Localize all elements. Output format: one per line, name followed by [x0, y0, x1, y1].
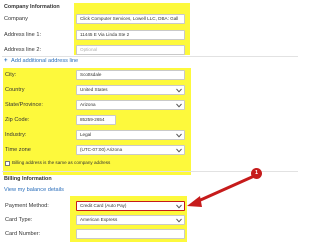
zip-label: Zip Code:	[5, 117, 30, 123]
view-balance-link[interactable]: View my balance details	[4, 187, 64, 194]
address-line1-label: Address line 1:	[4, 32, 42, 38]
industry-select[interactable]: Legal	[76, 130, 185, 140]
chevron-down-icon	[176, 103, 182, 108]
plus-icon: +	[4, 58, 8, 64]
address-line1-field[interactable]: 11445 E Via Linda Ste 2	[76, 30, 185, 40]
payment-method-select-value: Credit Card (Auto Pay)	[80, 203, 127, 208]
card-type-select[interactable]: American Express	[76, 215, 185, 225]
chevron-down-icon	[176, 133, 182, 138]
card-type-label: Card Type:	[5, 217, 33, 223]
country-label: Country	[5, 87, 25, 93]
company-label: Company	[4, 16, 28, 22]
chevron-down-icon	[176, 218, 182, 223]
industry-select-value: Legal	[80, 132, 92, 137]
payment-method-select[interactable]: Credit Card (Auto Pay)	[76, 201, 185, 211]
add-address-line-link[interactable]: Add additional address line	[11, 58, 78, 65]
billing-section-title: Billing Information	[4, 176, 52, 182]
company-field[interactable]: Click Computer Services, Lowell LLC, DBA…	[76, 14, 185, 24]
card-type-select-value: American Express	[80, 217, 118, 222]
state-select-value: Arizona	[80, 102, 96, 107]
address-line2-field[interactable]: Optional	[76, 45, 185, 55]
billing-same-label: Billing address is the same as company a…	[12, 160, 111, 165]
timezone-select[interactable]: (UTC-07:00) Arizona	[76, 145, 185, 155]
chevron-down-icon	[176, 148, 182, 153]
country-select-value: United States	[80, 87, 108, 92]
divider	[2, 56, 298, 57]
billing-same-checkbox[interactable]	[5, 161, 10, 166]
industry-label: Industry:	[5, 132, 27, 138]
card-number-field[interactable]	[76, 229, 185, 239]
address-line2-label: Address line 2:	[4, 47, 42, 53]
company-section-title: Company Information	[4, 4, 60, 10]
city-label: City:	[5, 72, 17, 78]
zip-field[interactable]: 85259-2654	[76, 115, 116, 125]
timezone-label: Time zone	[5, 147, 31, 153]
card-number-label: Card Number:	[5, 231, 41, 237]
state-select[interactable]: Arizona	[76, 100, 185, 110]
state-label: State/Province:	[5, 102, 43, 108]
annotation-badge: 1	[251, 168, 262, 179]
chevron-down-icon	[176, 204, 182, 209]
payment-method-label: Payment Method:	[5, 203, 49, 209]
timezone-select-value: (UTC-07:00) Arizona	[80, 147, 123, 152]
chevron-down-icon	[176, 88, 182, 93]
country-select[interactable]: United States	[76, 85, 185, 95]
city-field[interactable]: Scottsdale	[76, 70, 185, 80]
